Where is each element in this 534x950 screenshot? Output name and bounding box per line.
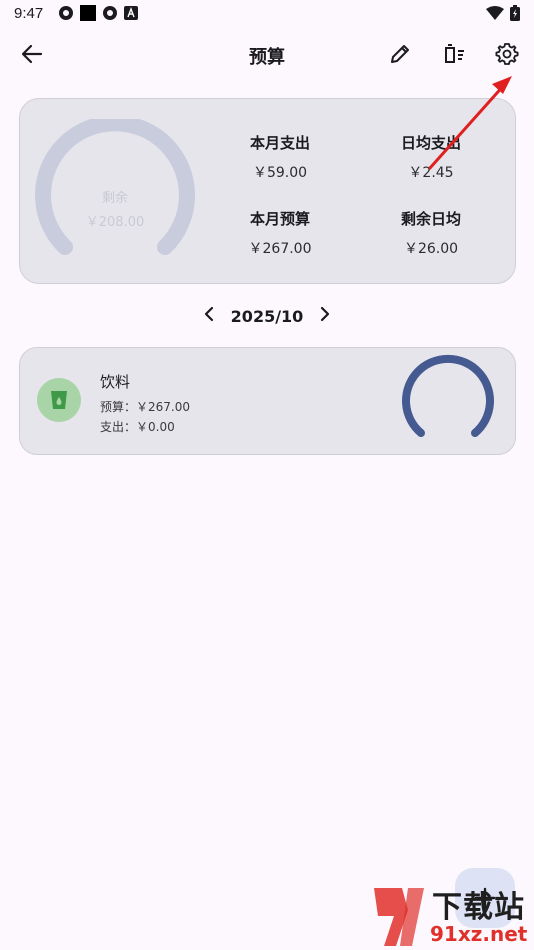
watermark-logo: 下载站 91xz.net [368, 880, 534, 950]
category-icon [37, 378, 81, 422]
pencil-icon [391, 45, 409, 63]
category-gauge [398, 354, 498, 450]
aperture-icon [59, 6, 73, 20]
wifi-icon [486, 6, 504, 20]
next-month-button[interactable] [317, 306, 331, 326]
gauge-value: ￥208.00 [85, 215, 145, 230]
settings-button[interactable] [491, 38, 523, 70]
chevron-right-icon [321, 306, 330, 322]
stat-label: 剩余日均 [400, 210, 461, 228]
delete-sweep-icon [445, 44, 464, 63]
category-budget-card[interactable]: 饮料 预算：￥267.00 支出：￥0.00 [19, 347, 516, 455]
status-time: 9:47 [14, 5, 44, 22]
category-gauge-arc [402, 354, 494, 437]
square-icon [80, 5, 96, 21]
stat-value: ￥267.00 [248, 241, 312, 257]
stat-label: 日均支出 [400, 134, 461, 152]
system-icons [486, 5, 520, 21]
month-label[interactable]: 2025/10 [231, 307, 304, 326]
stat-daily-spent: 日均支出 ￥2.45 [371, 132, 491, 182]
prev-month-button[interactable] [203, 306, 217, 326]
status-bar: 9:47 [0, 0, 534, 30]
watermark-url: 91xz.net [430, 922, 528, 946]
stat-remaining-daily: 剩余日均 ￥26.00 [371, 208, 491, 258]
stat-label: 本月预算 [249, 210, 310, 228]
budget-summary-card[interactable]: 剩余 ￥208.00 本月支出 ￥59.00 日均支出 ￥2.45 本月预算 ￥… [19, 98, 516, 284]
category-spent: 支出：￥0.00 [100, 420, 175, 434]
chevron-left-icon [204, 306, 213, 322]
watermark-91-icon [374, 888, 424, 946]
notification-icons [58, 5, 138, 21]
remaining-gauge: 剩余 ￥208.00 [30, 115, 200, 269]
category-budget: 预算：￥267.00 [100, 400, 190, 414]
stat-label: 本月支出 [249, 134, 310, 152]
gauge-label: 剩余 [101, 191, 128, 206]
drink-cup-icon [51, 391, 67, 409]
watermark-text: 下载站 [432, 890, 525, 925]
aperture-icon [103, 6, 117, 20]
stat-value: ￥59.00 [252, 165, 308, 181]
stat-month-budget: 本月预算 ￥267.00 [220, 208, 340, 258]
app-bar: 预算 [0, 30, 534, 78]
delete-list-button[interactable] [438, 38, 470, 70]
edit-button[interactable] [384, 38, 416, 70]
stat-value: ￥2.45 [408, 165, 454, 181]
battery-icon [510, 5, 520, 21]
font-icon [124, 6, 138, 20]
stat-month-spent: 本月支出 ￥59.00 [220, 132, 340, 182]
stat-value: ￥26.00 [403, 241, 459, 257]
month-selector: 2025/10 [0, 302, 534, 330]
gear-icon [495, 43, 519, 65]
category-name: 饮料 [100, 373, 131, 391]
